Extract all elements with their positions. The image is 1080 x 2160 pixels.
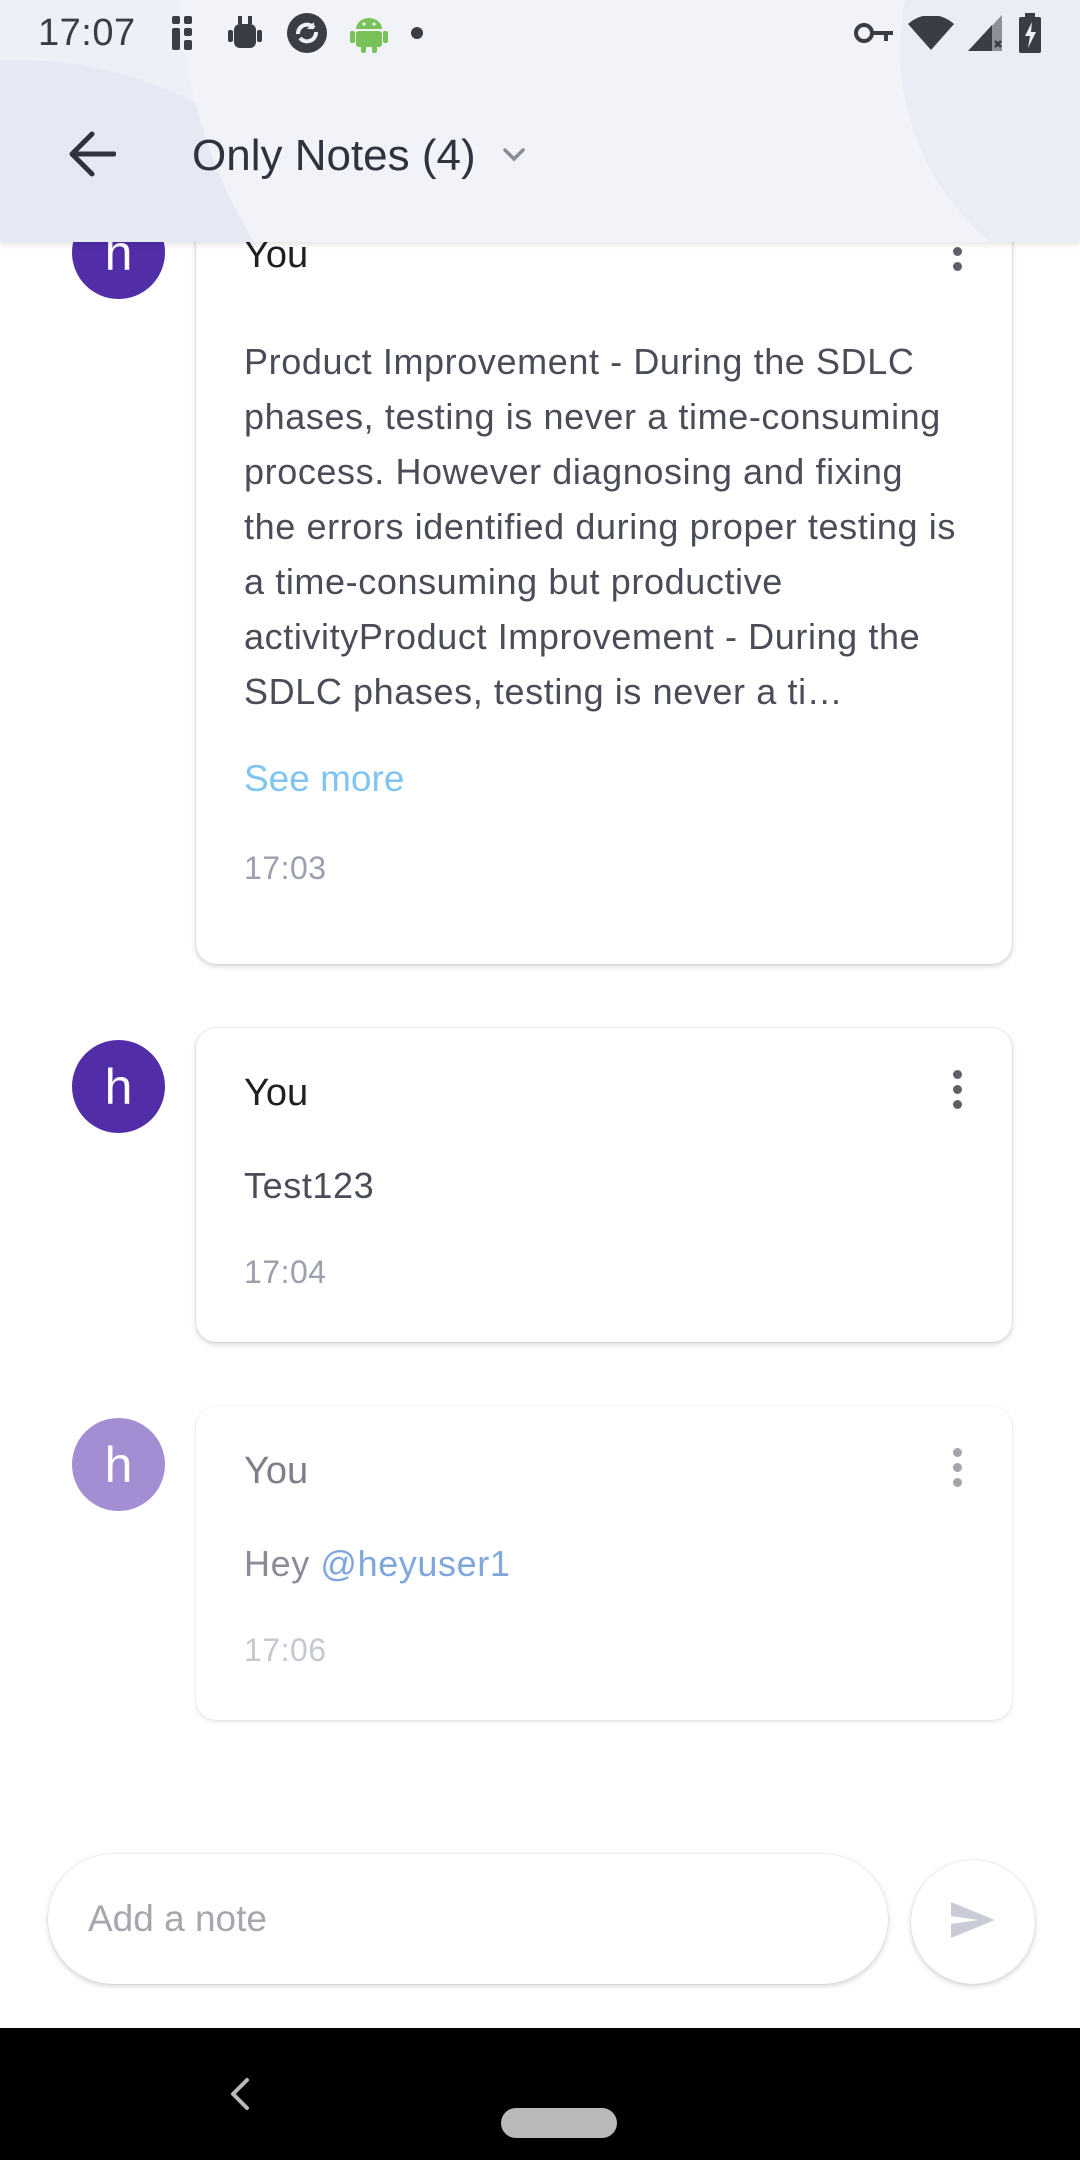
- avatar[interactable]: h: [72, 1040, 165, 1133]
- note-timestamp: 17:06: [244, 1632, 327, 1668]
- note-timestamp: 17:04: [244, 1254, 327, 1290]
- system-nav-bar: [0, 2028, 1080, 2160]
- signal-no-data-icon: [968, 15, 1004, 51]
- note-text: Product Improvement - During the SDLC ph…: [244, 341, 956, 712]
- app-bar: Only Notes (4): [0, 96, 1080, 216]
- wifi-icon: [908, 16, 954, 50]
- status-bar: 17:07: [0, 0, 1080, 66]
- android-debug-icon: [226, 14, 264, 52]
- note-author: You: [244, 242, 309, 276]
- nav-back-button[interactable]: [210, 2064, 270, 2124]
- note-text-prefix: Hey: [244, 1543, 321, 1584]
- app-header: 17:07 Only Notes (4): [0, 0, 1080, 242]
- more-options-button[interactable]: [942, 1444, 972, 1504]
- page-title: Only Notes (4): [192, 131, 476, 180]
- status-time: 17:07: [38, 11, 136, 54]
- more-vert-icon: [952, 1448, 962, 1457]
- dot-icon: [410, 26, 424, 40]
- chevron-down-icon: [502, 146, 526, 167]
- note-card: You Test123 17:04: [196, 1028, 1012, 1342]
- note-composer: [0, 1840, 1080, 2030]
- see-more-link[interactable]: See more: [244, 758, 404, 800]
- more-options-button[interactable]: [942, 242, 972, 288]
- back-button[interactable]: [42, 106, 142, 206]
- send-button[interactable]: [911, 1860, 1035, 1984]
- filter-dropdown[interactable]: Only Notes (4): [192, 131, 526, 181]
- battery-charging-icon: [1018, 13, 1042, 53]
- note-timestamp: 17:03: [244, 850, 327, 886]
- nav-home-pill[interactable]: [501, 2108, 617, 2138]
- note-card: You Product Improvement - During the SDL…: [196, 242, 1012, 964]
- add-note-input[interactable]: [48, 1854, 888, 1984]
- user-mention[interactable]: @heyuser1: [320, 1543, 510, 1584]
- more-options-button[interactable]: [942, 1066, 972, 1126]
- fitbit-icon: [170, 14, 204, 52]
- vpn-key-icon: [854, 21, 894, 45]
- android-icon: [349, 13, 388, 53]
- arrow-back-icon: [68, 131, 117, 182]
- note-author: You: [244, 1072, 309, 1114]
- sync-icon: [286, 12, 328, 54]
- avatar[interactable]: h: [72, 1418, 165, 1511]
- note-card: You Hey @heyuser1 17:06: [196, 1406, 1012, 1720]
- avatar[interactable]: h: [72, 242, 165, 299]
- note-text: Test123: [244, 1165, 375, 1206]
- nav-back-icon: [231, 2078, 249, 2110]
- note-author: You: [244, 1450, 309, 1492]
- notes-feed[interactable]: h You Product Improvement - During the S…: [0, 242, 1080, 2029]
- more-vert-icon: [952, 1070, 962, 1079]
- note-text: Hey @heyuser1: [244, 1536, 958, 1591]
- send-icon: [949, 1900, 997, 1945]
